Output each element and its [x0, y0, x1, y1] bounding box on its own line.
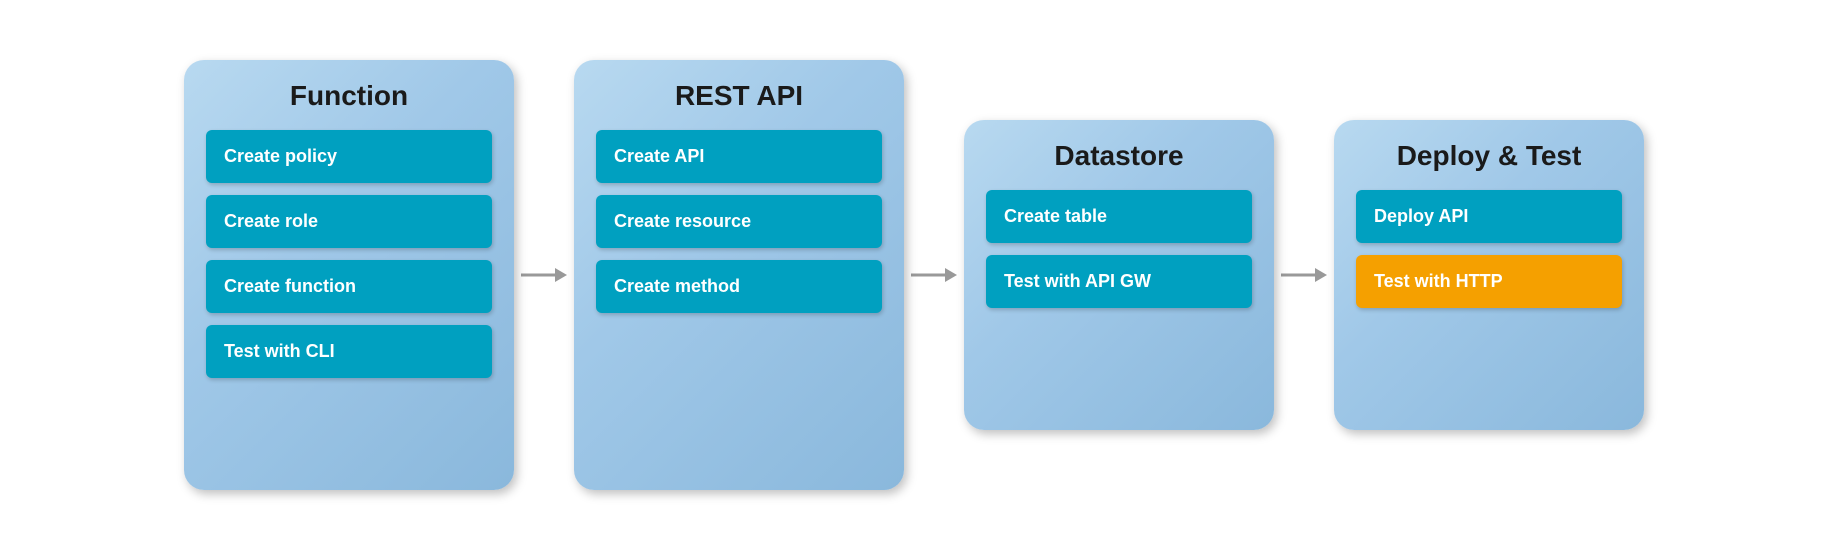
panel-title-rest-api: REST API: [675, 80, 803, 112]
create-policy-button[interactable]: Create policy: [206, 130, 492, 183]
panel-rest-api: REST APICreate APICreate resourceCreate …: [574, 60, 904, 490]
test-with-api-gw-button[interactable]: Test with API GW: [986, 255, 1252, 308]
panel-function: Function Create policy Create role Create f…: [184, 60, 514, 490]
create-method-button[interactable]: Create method: [596, 260, 882, 313]
arrow-2: [904, 255, 964, 295]
arrow-3: [1274, 255, 1334, 295]
btn-list-datastore: Create table Test with API GW: [986, 190, 1252, 308]
btn-list-deploy-test: Deploy API Test with HTTP: [1356, 190, 1622, 308]
flow-container: Function Create policy Create role Create f…: [144, 40, 1684, 510]
panel-title-deploy-test: Deploy & Test: [1397, 140, 1582, 172]
btn-list-function: Create policy Create role Create function T…: [206, 130, 492, 378]
arrow-1: [514, 255, 574, 295]
test-with-http-button[interactable]: Test with HTTP: [1356, 255, 1622, 308]
panel-title-function: Function: [290, 80, 408, 112]
create-table-button[interactable]: Create table: [986, 190, 1252, 243]
panel-datastore: Datastore Create table Test with API GW: [964, 120, 1274, 430]
panel-deploy-test: Deploy & Test Deploy API Test with HTTP: [1334, 120, 1644, 430]
btn-list-rest-api: Create API Create resource Create method: [596, 130, 882, 313]
create-role-button[interactable]: Create role: [206, 195, 492, 248]
create-api-button[interactable]: Create API: [596, 130, 882, 183]
create-resource-button[interactable]: Create resource: [596, 195, 882, 248]
panel-title-datastore: Datastore: [1054, 140, 1183, 172]
deploy-api-button[interactable]: Deploy API: [1356, 190, 1622, 243]
create-function-button[interactable]: Create function: [206, 260, 492, 313]
test-with-cli-button[interactable]: Test with CLI: [206, 325, 492, 378]
